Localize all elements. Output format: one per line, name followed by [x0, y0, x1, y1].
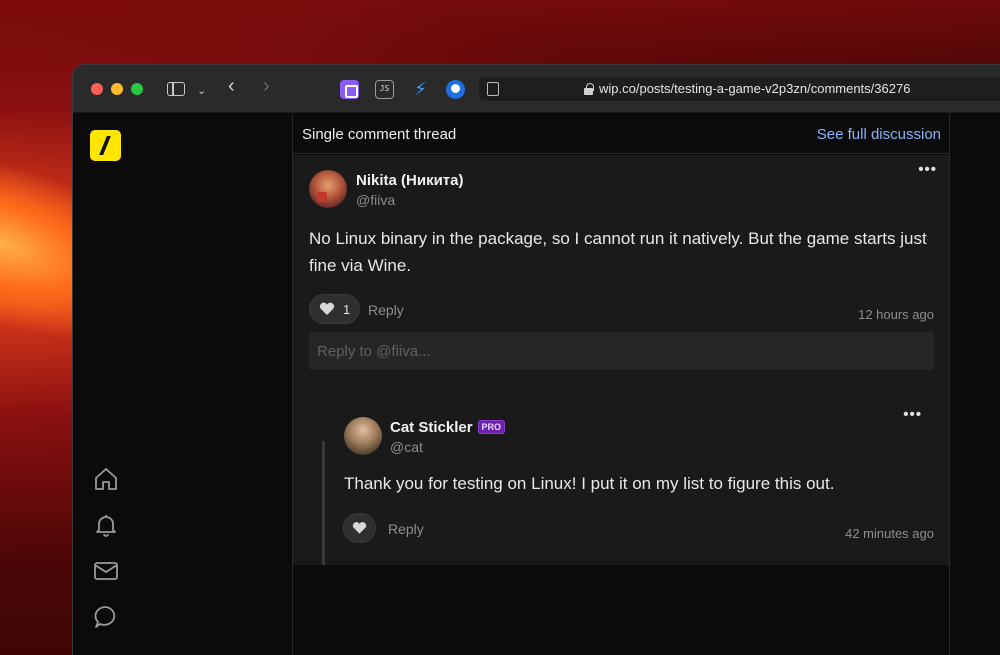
like-count: 1: [343, 301, 351, 317]
left-navigation: [73, 114, 293, 655]
comment-body: Thank you for testing on Linux! I put it…: [344, 474, 835, 493]
mail-icon[interactable]: [93, 558, 119, 584]
js-extension-icon[interactable]: JS: [375, 80, 394, 99]
sidebar-toggle-icon[interactable]: [167, 82, 185, 96]
minimize-window-button[interactable]: [111, 83, 123, 95]
comment-timestamp: 12 hours ago: [858, 307, 934, 322]
reply-button[interactable]: Reply: [368, 302, 404, 318]
close-window-button[interactable]: [91, 83, 103, 95]
browser-toolbar: ⌄ ‹ › JS ⚡ wip.co/posts/testing-a-game-v…: [73, 65, 1000, 113]
forward-arrow-icon[interactable]: ›: [263, 76, 270, 96]
main-column: Single comment thread See full discussio…: [293, 114, 950, 655]
heart-icon: [352, 522, 367, 534]
see-full-discussion-link[interactable]: See full discussion: [817, 126, 941, 143]
bolt-extension-icon[interactable]: ⚡: [411, 80, 430, 99]
reply-input[interactable]: [309, 332, 934, 370]
heart-icon: [319, 302, 335, 315]
author-name[interactable]: Cat Stickler: [390, 419, 473, 436]
like-button[interactable]: 1: [309, 294, 361, 324]
chevron-down-icon[interactable]: ⌄: [197, 81, 206, 101]
avatar[interactable]: [309, 170, 347, 208]
reply-button[interactable]: Reply: [388, 521, 424, 537]
page-title: Single comment thread: [302, 126, 457, 143]
thread-header: Single comment thread See full discussio…: [293, 114, 949, 154]
comment-body: No Linux binary in the package, so I can…: [309, 229, 927, 275]
reader-view-icon[interactable]: [487, 82, 499, 96]
comment-handle[interactable]: @cat: [390, 439, 423, 455]
chat-bubble-icon[interactable]: [93, 604, 119, 630]
bell-icon[interactable]: [93, 512, 119, 538]
pro-badge: PRO: [477, 420, 506, 434]
avatar[interactable]: [344, 417, 382, 455]
comment-author[interactable]: Nikita (Никита): [356, 172, 463, 189]
address-bar[interactable]: wip.co/posts/testing-a-game-v2p3zn/comme…: [479, 77, 1000, 101]
back-arrow-icon[interactable]: ‹: [228, 76, 235, 96]
reply-thread-line: [322, 441, 325, 565]
lock-icon: [583, 83, 594, 95]
browser-window: ⌄ ‹ › JS ⚡ wip.co/posts/testing-a-game-v…: [73, 65, 1000, 655]
globe-extension-icon[interactable]: [446, 80, 465, 99]
more-options-icon[interactable]: •••: [918, 161, 937, 178]
home-icon[interactable]: [93, 466, 119, 492]
more-options-icon[interactable]: •••: [903, 406, 922, 423]
comment-author[interactable]: Cat Stickler PRO: [390, 419, 506, 436]
page-content: Single comment thread See full discussio…: [73, 114, 1000, 655]
comment-thread: Nikita (Никита) @fiiva ••• No Linux bina…: [293, 155, 949, 565]
wip-logo[interactable]: [90, 130, 121, 161]
url-text[interactable]: wip.co/posts/testing-a-game-v2p3zn/comme…: [599, 81, 910, 96]
comment-timestamp: 42 minutes ago: [845, 526, 934, 541]
extension-purple-icon[interactable]: [340, 80, 359, 99]
comment-handle[interactable]: @fiiva: [356, 192, 395, 208]
zoom-window-button[interactable]: [131, 83, 143, 95]
like-button[interactable]: [343, 513, 376, 543]
